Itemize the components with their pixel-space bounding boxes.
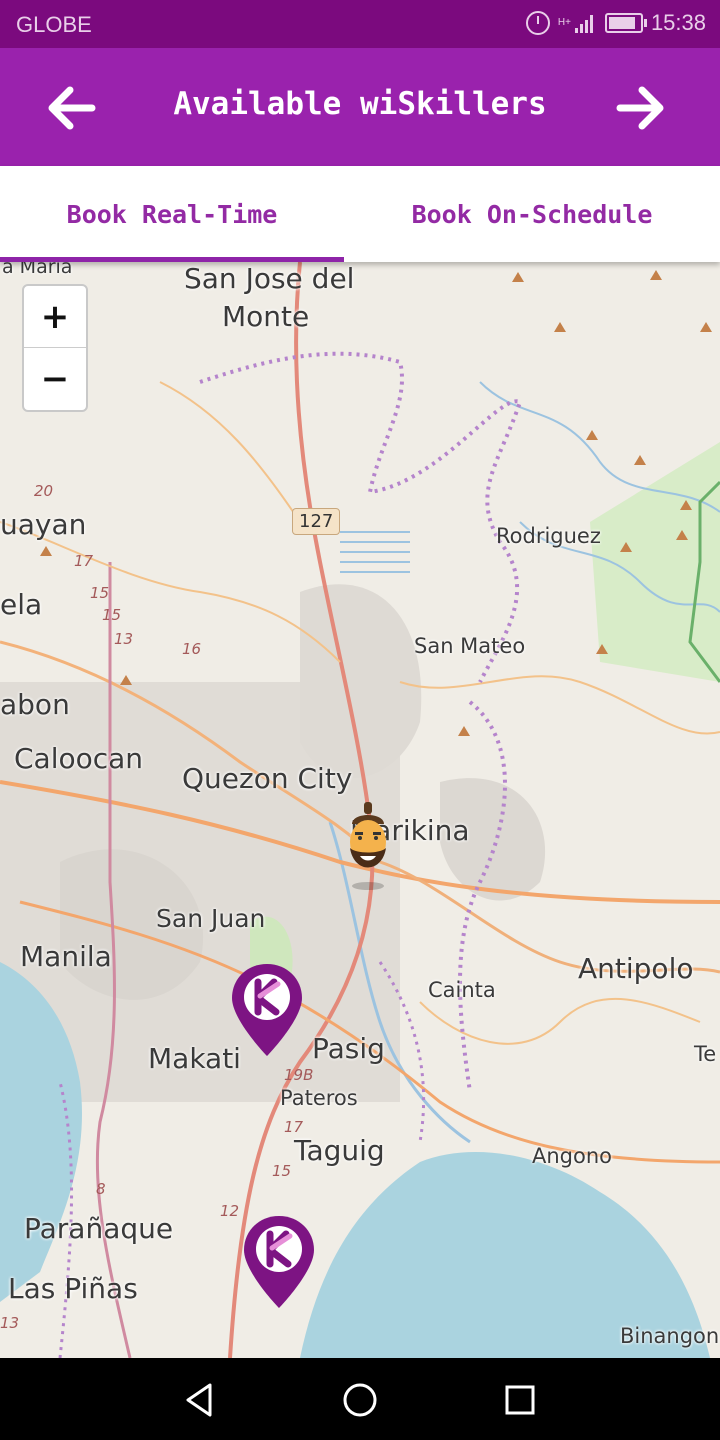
tab-book-real-time[interactable]: Book Real-Time bbox=[0, 166, 344, 262]
road-number: 15 bbox=[90, 584, 110, 602]
place-label: San Juan bbox=[156, 904, 266, 933]
place-label: Monte bbox=[222, 300, 310, 333]
zoom-out-button[interactable]: − bbox=[24, 348, 86, 409]
road-number: 13 bbox=[0, 1314, 20, 1332]
place-label: San Jose del bbox=[184, 262, 355, 295]
place-label: uayan bbox=[0, 508, 87, 541]
status-bar: GLOBE H+ 15:38 bbox=[0, 0, 720, 48]
back-triangle-icon[interactable] bbox=[180, 1380, 220, 1420]
road-number: 17 bbox=[74, 552, 94, 570]
place-label: Makati bbox=[148, 1042, 241, 1075]
alarm-icon bbox=[525, 11, 550, 35]
place-label: Rodriguez bbox=[496, 524, 601, 548]
recents-square-icon[interactable] bbox=[500, 1380, 540, 1420]
wiskiller-pin-icon bbox=[232, 964, 302, 1056]
tab-book-on-schedule[interactable]: Book On-Schedule bbox=[360, 166, 704, 262]
place-label: Te bbox=[694, 1042, 717, 1066]
place-label: ela bbox=[0, 588, 43, 621]
place-label: Parañaque bbox=[24, 1212, 174, 1245]
place-label: Pateros bbox=[280, 1086, 358, 1110]
road-number: 16 bbox=[182, 640, 202, 658]
wiskiller-marker[interactable] bbox=[230, 962, 304, 1062]
place-label: Binangon bbox=[620, 1324, 720, 1348]
carrier-label: GLOBE bbox=[16, 12, 92, 37]
arrow-right-icon bbox=[616, 86, 664, 130]
place-label: Cainta bbox=[428, 978, 496, 1002]
road-badge: 127 bbox=[292, 508, 341, 535]
wiskiller-marker[interactable] bbox=[242, 1214, 316, 1314]
road-number: 20 bbox=[34, 482, 54, 500]
place-label: San Mateo bbox=[414, 634, 526, 658]
wiskiller-pin-icon bbox=[244, 1216, 314, 1308]
app-bar: Available wiSkillers bbox=[0, 48, 720, 166]
road-number: 15 bbox=[102, 606, 122, 624]
tab-indicator bbox=[0, 257, 344, 262]
system-nav-bar bbox=[0, 1358, 720, 1440]
user-avatar-marker[interactable] bbox=[338, 802, 398, 896]
place-label: Quezon City bbox=[182, 762, 353, 795]
place-label: a Maria bbox=[2, 262, 73, 278]
place-label: abon bbox=[0, 688, 70, 721]
place-label: Pasig bbox=[312, 1032, 385, 1065]
place-label: Taguig bbox=[294, 1134, 385, 1167]
road-number: 15 bbox=[272, 1162, 292, 1180]
map-view[interactable]: a Maria San Jose del Monte Rodriguez San… bbox=[0, 262, 720, 1358]
status-icons: H+ 15:38 bbox=[525, 10, 706, 36]
road-number: 8 bbox=[96, 1180, 106, 1198]
zoom-in-button[interactable]: + bbox=[24, 286, 86, 348]
place-label: Angono bbox=[532, 1144, 613, 1168]
user-avatar-icon bbox=[350, 802, 386, 890]
home-circle-icon[interactable] bbox=[340, 1380, 380, 1420]
forward-button[interactable] bbox=[610, 78, 670, 138]
place-label: Manila bbox=[20, 940, 112, 973]
place-label: Antipolo bbox=[578, 952, 694, 985]
place-label: Caloocan bbox=[14, 742, 144, 775]
clock: 15:38 bbox=[650, 10, 706, 35]
road-number: 12 bbox=[220, 1202, 240, 1220]
signal-icon bbox=[574, 13, 593, 33]
place-label: Las Piñas bbox=[8, 1272, 138, 1305]
booking-tabs: Book Real-Time Book On-Schedule bbox=[0, 166, 720, 262]
road-number: 17 bbox=[284, 1118, 304, 1136]
road-number: 19B bbox=[284, 1066, 314, 1084]
network-type-label: H+ bbox=[557, 17, 571, 28]
road-number: 13 bbox=[114, 630, 134, 648]
battery-icon bbox=[604, 13, 647, 33]
zoom-control: + − bbox=[22, 284, 88, 412]
